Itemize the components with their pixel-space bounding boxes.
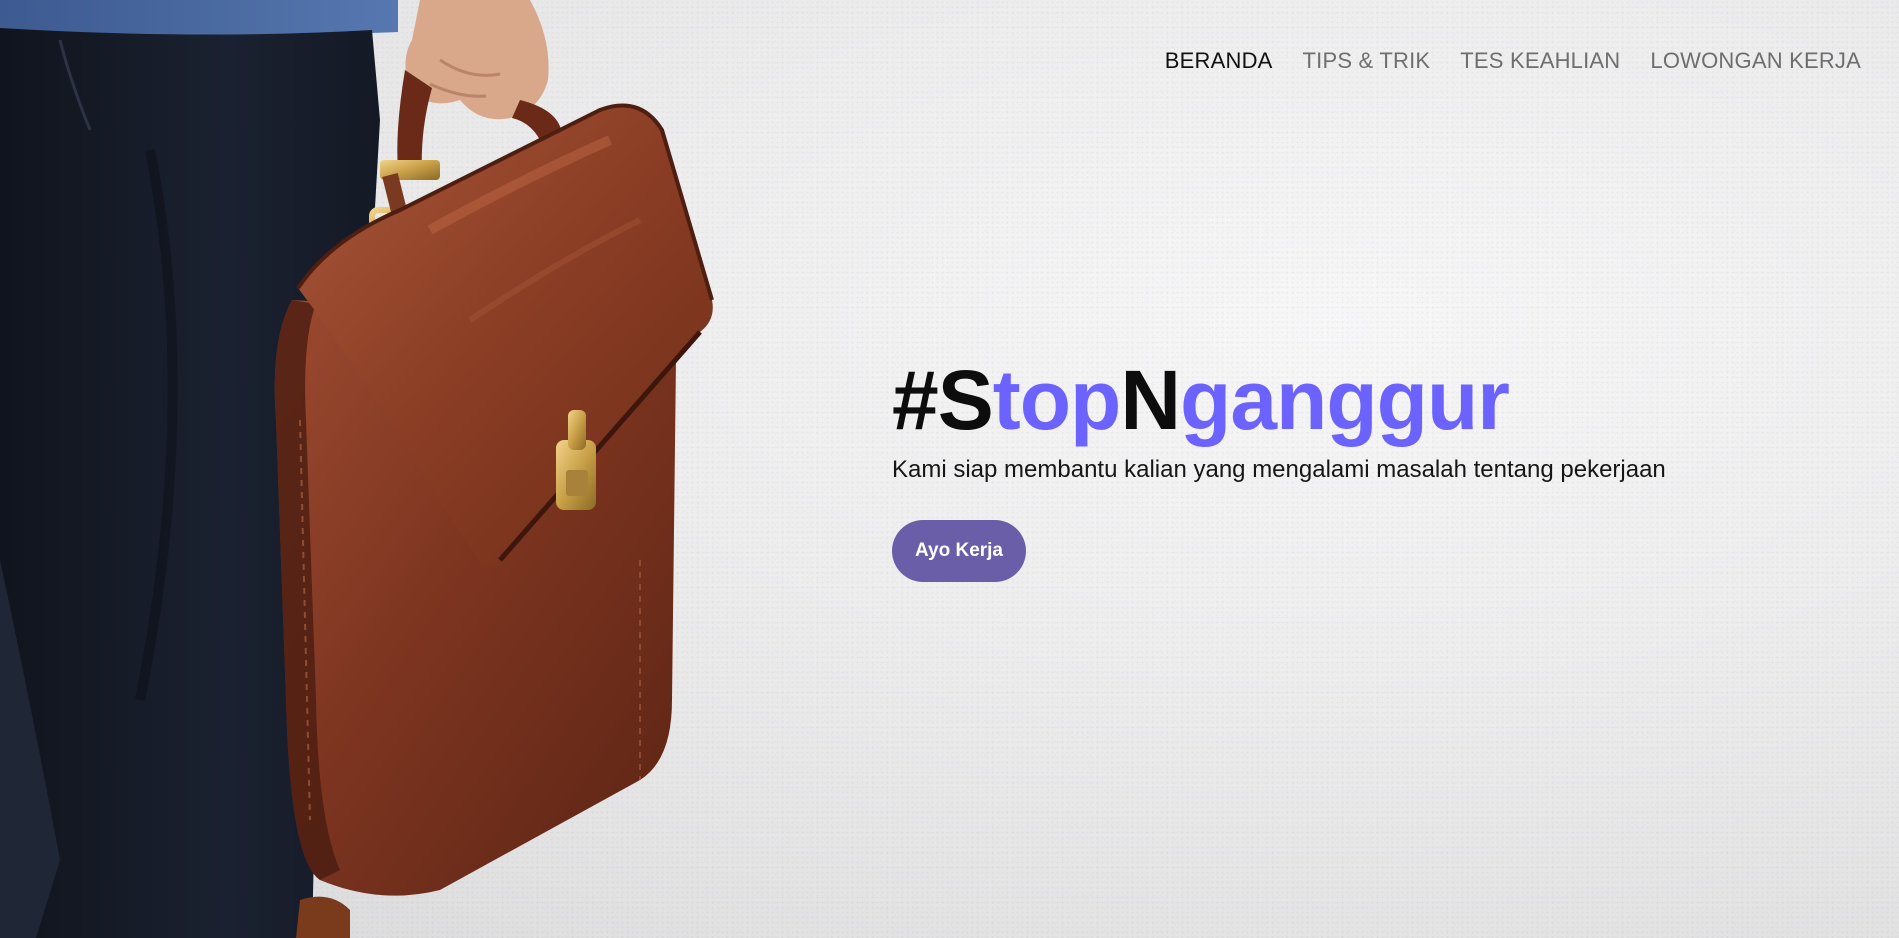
headline-part-ganggur: ganggur	[1180, 353, 1510, 447]
headline-part-hash-s: #S	[892, 353, 994, 447]
hero-content: #StopNganggur Kami siap membantu kalian …	[892, 358, 1666, 582]
hero-section: BERANDA TIPS & TRIK TES KEAHLIAN LOWONGA…	[0, 0, 1899, 938]
ayo-kerja-button[interactable]: Ayo Kerja	[892, 520, 1026, 582]
nav-link-beranda[interactable]: BERANDA	[1165, 48, 1273, 74]
nav-link-tes-keahlian[interactable]: TES KEAHLIAN	[1460, 48, 1620, 74]
hero-headline: #StopNganggur	[892, 358, 1666, 442]
main-navigation: BERANDA TIPS & TRIK TES KEAHLIAN LOWONGA…	[1165, 48, 1861, 74]
nav-link-tips-trik[interactable]: TIPS & TRIK	[1303, 48, 1431, 74]
headline-part-top: top	[992, 353, 1122, 447]
hero-subtitle: Kami siap membantu kalian yang mengalami…	[892, 456, 1666, 483]
headline-part-n: N	[1120, 353, 1181, 447]
nav-link-lowongan-kerja[interactable]: LOWONGAN KERJA	[1650, 48, 1861, 74]
hero-photo-person-with-briefcase	[0, 0, 714, 938]
